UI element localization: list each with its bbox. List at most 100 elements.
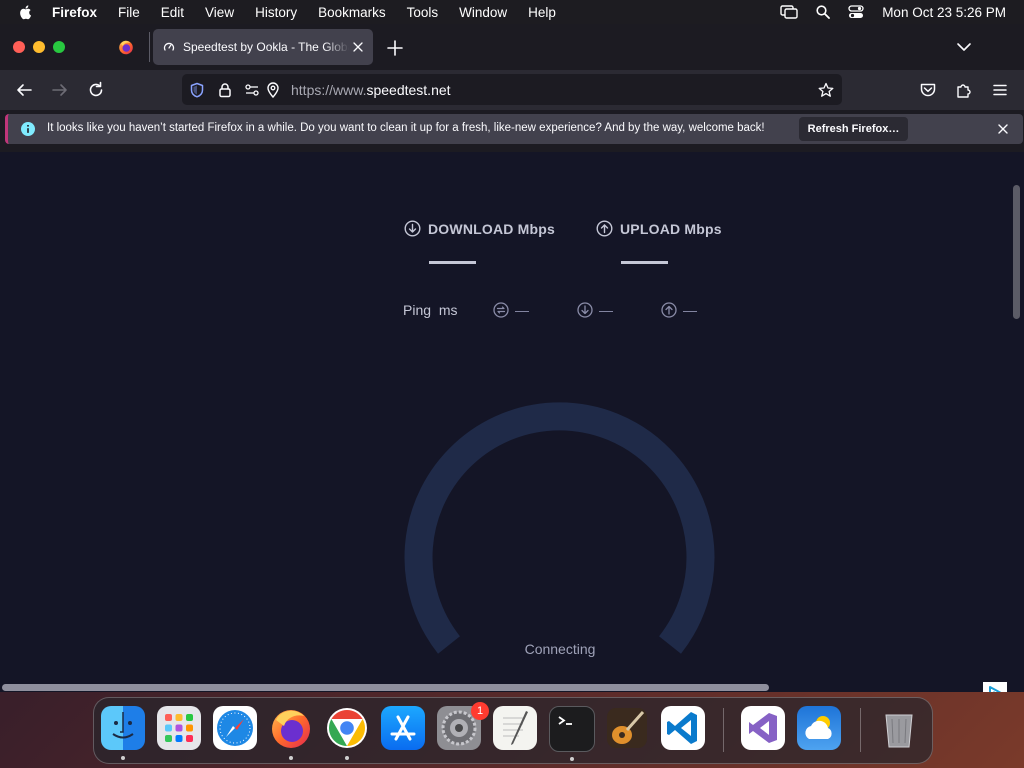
speedtest-page: DOWNLOAD Mbps UPLOAD Mbps Ping ms — — — … [0,152,1024,692]
dock-visual-studio[interactable] [741,706,785,750]
download-metric-header: DOWNLOAD Mbps [404,220,555,237]
dock-trash[interactable] [877,706,921,750]
download-value-placeholder [429,261,476,264]
url-text[interactable]: https://www.speedtest.net [291,82,451,98]
menu-help[interactable]: Help [528,5,556,20]
new-tab-icon[interactable] [386,39,404,57]
menu-file[interactable]: File [118,5,140,20]
refresh-firefox-notification: It looks like you haven’t started Firefo… [5,114,1023,144]
permissions-icon[interactable] [244,82,260,98]
vertical-scrollbar-thumb[interactable] [1013,185,1020,319]
tracking-protection-shield-icon[interactable] [189,82,205,98]
launchpad-grid-icon [165,714,193,742]
vertical-scrollbar[interactable] [1008,152,1024,692]
ad-choices-icon [989,686,1002,692]
dock-separator [723,708,724,752]
finder-running-indicator [121,756,125,760]
textedit-icon [503,711,528,745]
safari-compass-icon [217,710,253,746]
url-bar[interactable]: https://www.speedtest.net [182,74,842,105]
list-all-tabs-icon[interactable] [956,40,972,54]
menu-window[interactable]: Window [459,5,507,20]
ping-upload-idle: — [683,302,697,318]
ping-download-icon [577,302,593,318]
dock-vscode[interactable] [661,706,705,750]
dock-firefox[interactable] [269,706,313,760]
vscode-icon [667,712,697,744]
window-zoom-button[interactable] [53,41,65,53]
menu-app-name[interactable]: Firefox [52,5,97,20]
window-close-button[interactable] [13,41,25,53]
tab-strip: Speedtest by Ookla - The Global Broadban… [0,24,1024,70]
ad-choices-badge[interactable] [983,682,1007,692]
speed-gauge [404,402,715,654]
dock-safari[interactable] [213,706,257,750]
navigation-toolbar: https://www.speedtest.net [0,70,1024,110]
firefox-dock-icon [272,710,310,748]
terminal-running-indicator [570,757,574,761]
connection-status: Connecting [524,641,596,657]
tab-separator [149,32,150,62]
download-label: DOWNLOAD Mbps [428,220,556,237]
lock-icon[interactable] [217,82,233,98]
back-arrow-icon[interactable] [14,80,34,100]
weather-cloud-icon [805,716,832,739]
ping-idle-value: — [515,302,529,318]
terminal-prompt-icon [558,716,572,725]
menu-edit[interactable]: Edit [161,5,184,20]
tab-speedtest[interactable]: Speedtest by Ookla - The Global Broadban… [153,29,373,65]
menu-bookmarks[interactable]: Bookmarks [318,5,386,20]
guitar-icon [607,708,647,748]
pocket-icon[interactable] [919,81,937,99]
close-notification-icon[interactable] [996,122,1010,136]
dock-finder[interactable] [101,706,145,760]
dock-app-store[interactable] [381,706,425,750]
dock-weather[interactable] [797,706,841,750]
apple-menu-icon[interactable] [18,4,34,20]
trash-icon [885,714,913,748]
speedtest-favicon-icon [163,42,175,51]
refresh-firefox-button[interactable]: Refresh Firefox… [799,117,908,141]
pinned-tab-firefox[interactable] [112,33,140,61]
ping-upload-icon [661,302,677,318]
dock-system-settings[interactable]: 1 [437,702,489,750]
app-store-icon [390,715,416,741]
reload-icon[interactable] [86,80,106,100]
forward-arrow-icon[interactable] [50,80,70,100]
macos-dock: 1 [93,697,933,764]
tab-close-icon[interactable] [351,40,365,54]
upload-arrow-icon [596,220,613,237]
dock-textedit[interactable] [493,706,537,750]
dock-launchpad[interactable] [157,706,201,750]
dock-terminal[interactable] [549,706,595,761]
chrome-icon [327,708,367,748]
ping-unit: ms [438,302,458,318]
hamburger-menu-icon[interactable] [991,81,1009,99]
horizontal-scrollbar-thumb[interactable] [2,684,769,691]
screen-mirroring-icon[interactable] [780,5,798,19]
bookmark-star-icon[interactable] [818,82,834,98]
control-center-icon[interactable] [848,5,864,19]
tab-title: Speedtest by Ookla - The Global Broadban… [183,40,349,54]
ping-upload-value: — [661,302,697,318]
upload-label: UPLOAD Mbps [620,220,722,237]
menu-history[interactable]: History [255,5,297,20]
notification-message: It looks like you haven’t started Firefo… [47,122,765,134]
location-pin-icon[interactable] [265,82,281,98]
menu-tools[interactable]: Tools [407,5,439,20]
settings-notification-badge: 1 [471,702,489,720]
dock-garageband[interactable] [605,706,649,750]
gauge-arc [404,402,715,654]
spotlight-search-icon[interactable] [816,5,831,19]
window-minimize-button[interactable] [33,41,45,53]
macos-menu-bar: Firefox File Edit View History Bookmarks… [0,0,1024,24]
menu-view[interactable]: View [205,5,234,20]
ping-jitter-value: — [493,302,529,318]
dock-chrome[interactable] [325,706,369,760]
ping-download-value: — [577,302,613,318]
url-domain: speedtest.net [366,82,451,98]
ping-label: Ping ms [403,302,457,318]
menubar-clock[interactable]: Mon Oct 23 5:26 PM [882,5,1006,20]
dock-separator-trash [860,708,861,752]
extensions-puzzle-icon[interactable] [955,81,973,99]
